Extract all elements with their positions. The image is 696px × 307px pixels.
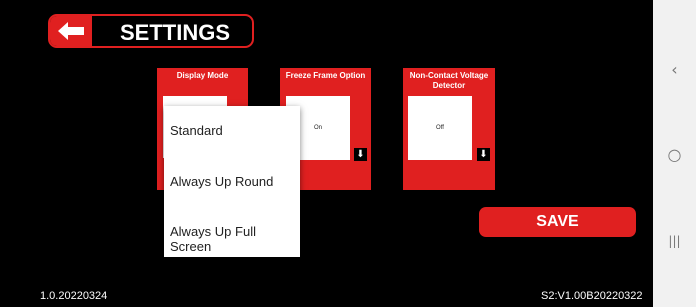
nav-recents-icon[interactable]: ||| bbox=[653, 231, 696, 251]
dropdown-option-always-up-round[interactable]: Always Up Round bbox=[170, 174, 273, 189]
dropdown-option-standard[interactable]: Standard bbox=[170, 123, 223, 138]
back-button[interactable] bbox=[50, 16, 92, 46]
system-navigation-bar: ‹ ○ ||| bbox=[653, 0, 696, 307]
nav-back-icon[interactable]: ‹ bbox=[653, 60, 696, 80]
voltage-detector-dropdown-button[interactable]: ⬇ bbox=[477, 148, 490, 161]
freeze-frame-dropdown-button[interactable]: ⬇ bbox=[354, 148, 367, 161]
voltage-detector-card: Non-Contact Voltage Detector Off ⬇ bbox=[403, 68, 495, 190]
settings-header: SETTINGS bbox=[48, 14, 254, 48]
dropdown-option-always-up-full-screen[interactable]: Always Up Full Screen bbox=[170, 224, 300, 254]
firmware-version: S2:V1.00B20220322 bbox=[541, 290, 643, 302]
arrow-left-icon bbox=[58, 22, 84, 40]
app-version: 1.0.20220324 bbox=[40, 290, 108, 302]
display-mode-label: Display Mode bbox=[176, 71, 229, 80]
arrow-down-icon: ⬇ bbox=[356, 149, 365, 160]
page-title: SETTINGS bbox=[120, 20, 231, 45]
freeze-frame-value: On bbox=[313, 125, 322, 131]
display-mode-dropdown: Standard Always Up Round Always Up Full … bbox=[164, 106, 300, 257]
voltage-detector-select[interactable]: Off bbox=[408, 96, 472, 160]
voltage-detector-label: Non-Contact Voltage Detector bbox=[409, 71, 489, 90]
freeze-frame-label: Freeze Frame Option bbox=[285, 71, 366, 80]
arrow-down-icon: ⬇ bbox=[479, 149, 488, 160]
nav-home-icon[interactable]: ○ bbox=[653, 145, 696, 165]
save-button[interactable]: SAVE bbox=[479, 207, 636, 237]
voltage-detector-value: Off bbox=[436, 125, 444, 131]
